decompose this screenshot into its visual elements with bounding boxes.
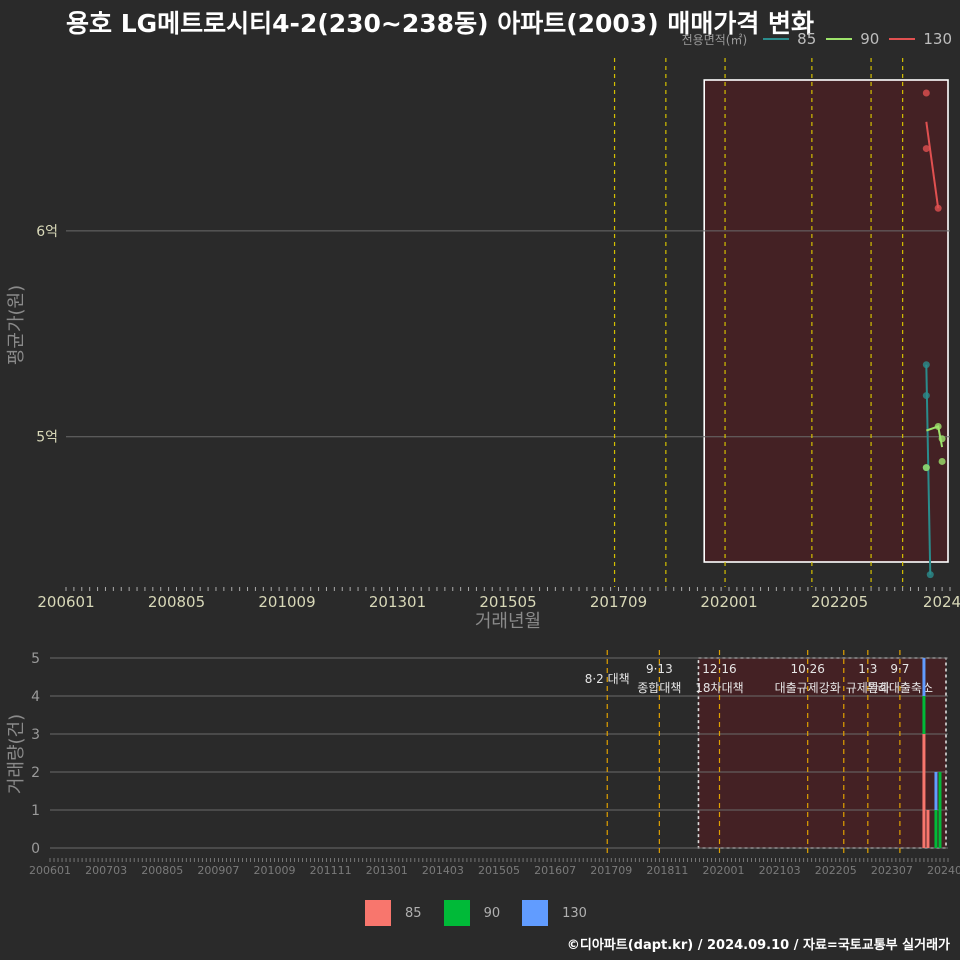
price-point-130 [934,204,942,212]
volume-legend-item-90: 90 [443,900,501,926]
volume-x-tick-label: 202103 [759,864,801,877]
volume-legend-swatch-90 [443,900,470,926]
volume-legend-item-85: 85 [365,900,422,926]
volume-y-tick-label: 5 [31,651,40,667]
price-x-tick-label: 200805 [148,593,205,611]
volume-x-tick-label: 201811 [646,864,688,877]
volume-x-tick-label: 201505 [478,864,520,877]
volume-y-tick-label: 4 [31,689,40,705]
price-x-tick-label: 201009 [258,593,315,611]
volume-bar-90 [934,810,938,848]
volume-x-tick-label: 201403 [422,864,464,877]
volume-x-tick-label: 201301 [366,864,408,877]
price-point-90 [938,435,946,443]
volume-bar-130 [922,658,926,696]
price-point-85 [922,392,930,400]
price-x-tick-label: 201505 [479,593,536,611]
volume-x-tick-label: 201111 [310,864,352,877]
volume-x-tick-label: 200703 [85,864,127,877]
policy-annotation-text: 8·2 대책 [585,671,630,686]
footer-credit: ©디아파트(dapt.kr) / 2024.09.10 / 자료=국토교통부 실… [566,938,950,953]
price-point-90 [934,422,942,430]
price-x-tick-label: 202205 [811,593,868,611]
volume-legend-swatch-130 [522,900,549,926]
volume-legend-label-130: 130 [562,905,587,921]
policy-annotation-text: 1·3 [858,662,877,676]
volume-x-tick-label: 200805 [141,864,183,877]
volume-y-tick-label: 2 [31,765,40,781]
price-point-130 [922,145,930,153]
volume-y-axis-title: 거래량(건) [6,714,27,794]
price-x-tick-label: 2024 [923,593,960,611]
price-x-tick-label: 202001 [700,593,757,611]
policy-annotation-text: 18차대책 [695,680,743,695]
volume-bar-130 [934,772,938,810]
volume-x-tick-label: 202409 [927,864,960,877]
price-y-tick-label: 6억 [36,224,58,240]
policy-annotation-text: 10·26 [791,662,825,676]
price-x-tick-label: 201301 [369,593,426,611]
price-x-tick-label: 200601 [37,593,94,611]
volume-x-tick-label: 200907 [197,864,239,877]
volume-x-tick-label: 201009 [254,864,296,877]
price-x-tick-label: 201709 [590,593,647,611]
volume-x-tick-label: 201607 [534,864,576,877]
volume-y-tick-label: 1 [31,803,40,819]
volume-legend-label-85: 85 [405,905,422,921]
policy-annotation-text: 12·16 [702,662,736,676]
highlight-region-price [703,79,949,563]
price-point-130 [922,89,930,97]
price-y-tick-label: 5억 [36,430,58,446]
volume-bar-90 [922,696,926,734]
volume-legend-swatch-85 [365,900,392,926]
volume-x-tick-label: 202307 [871,864,913,877]
price-point-90 [922,464,930,472]
volume-bar-85 [922,734,926,848]
volume-x-tick-label: 200601 [29,864,71,877]
price-point-85 [926,571,934,579]
volume-y-tick-label: 3 [31,727,40,743]
price-point-85 [922,361,930,369]
volume-x-tick-label: 202205 [815,864,857,877]
volume-legend-label-90: 90 [483,905,501,921]
policy-annotation-text: 9·7 [890,662,909,676]
policy-annotation-text: 대출규제강화 [775,681,841,695]
policy-annotation-text: 9·13 [646,662,673,676]
policy-annotation-text: 종합대책 [637,680,681,695]
volume-bar-85 [926,810,930,848]
volume-legend-item-130: 130 [522,900,587,926]
legend-bottom: 85 90 130 [0,900,960,926]
price-x-axis-title: 거래년월 [475,611,541,632]
price-point-90 [938,457,946,465]
chart-canvas: 5억 6억 200601 200805 201009 201301 201505 201709… [6,58,960,877]
volume-y-tick-label: 0 [31,841,40,857]
volume-x-tick-label: 201709 [590,864,632,877]
volume-bar-90 [938,772,942,848]
price-y-axis-title: 평균가(원) [6,285,27,365]
volume-x-tick-label: 202001 [703,864,745,877]
